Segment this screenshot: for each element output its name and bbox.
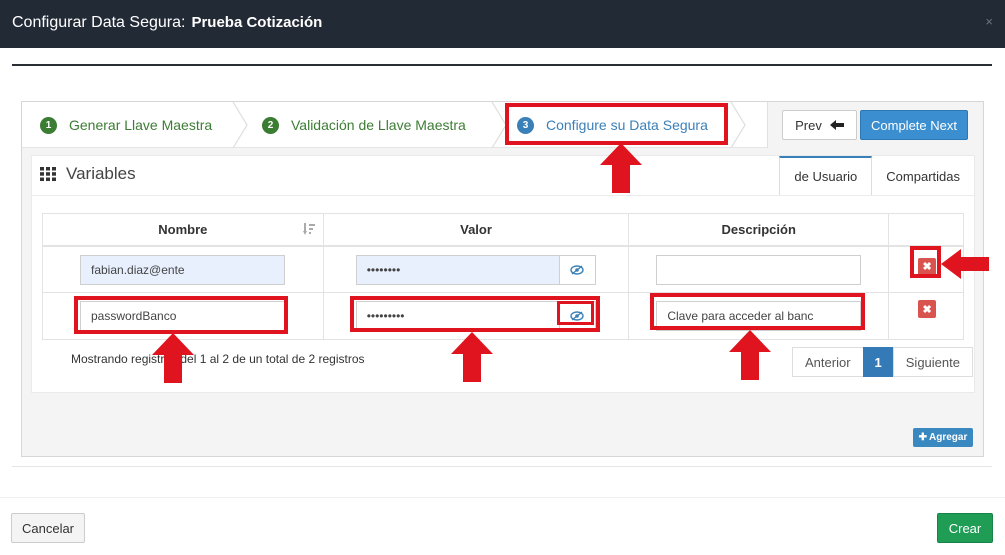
prev-button-label: Prev: [795, 117, 822, 133]
panel-title: Variables: [40, 164, 136, 184]
step-separator-chevron-icon: [730, 102, 746, 148]
column-header-valor[interactable]: Valor: [322, 213, 630, 247]
annotation-arrow-up-icon: [600, 143, 642, 193]
valor-masked-text: ••••••••: [366, 262, 401, 277]
wizard: 1 Generar Llave Maestra 2 Validación de …: [21, 101, 984, 457]
step-separator-chevron-icon: [232, 102, 248, 148]
tab-compartidas[interactable]: Compartidas: [872, 156, 974, 196]
panel-title-text: Variables: [66, 164, 136, 183]
annotation-arrow-up-icon: [729, 330, 771, 380]
tabs: de Usuario Compartidas: [779, 156, 974, 196]
nombre-input[interactable]: fabian.diaz@ente: [80, 254, 285, 285]
eye-icon[interactable]: [558, 255, 595, 284]
arrow-left-icon: [829, 120, 844, 130]
annotation-highlight-descripcion: [650, 293, 865, 330]
column-header-nombre-label: Nombre: [158, 221, 208, 237]
modal-title: Configurar Data Segura: Prueba Cotización: [12, 14, 322, 32]
complete-next-button[interactable]: Complete Next: [860, 110, 968, 140]
step-number-1: 1: [40, 116, 57, 134]
sort-icon[interactable]: [302, 223, 315, 235]
descripcion-input[interactable]: [656, 254, 862, 285]
annotation-highlight-nombre: [74, 296, 288, 334]
annotation-highlight-delete: [910, 246, 941, 278]
wizard-steps: 1 Generar Llave Maestra 2 Validación de …: [22, 102, 983, 148]
step-label-1: Generar Llave Maestra: [69, 117, 213, 133]
plus-icon: ✚: [918, 432, 928, 443]
step-label-2: Validación de Llave Maestra: [291, 117, 466, 133]
annotation-arrow-left-icon: [941, 249, 989, 279]
table-row: fabian.diaz@ente •••••••• ✖: [42, 245, 964, 293]
annotation-arrow-up-icon: [451, 332, 493, 382]
modal-title-text: Configurar Data Segura:: [12, 14, 186, 31]
create-button[interactable]: Crear: [937, 513, 993, 543]
close-icon: ✖: [922, 303, 932, 316]
close-icon[interactable]: ×: [985, 14, 993, 29]
body-divider: [12, 466, 992, 467]
step-validacion-llave[interactable]: 2 Validación de Llave Maestra: [262, 102, 466, 148]
step-actions: Prev Complete Next: [767, 102, 983, 148]
cancel-button[interactable]: Cancelar: [11, 513, 85, 543]
pagination-prev[interactable]: Anterior: [792, 347, 864, 377]
footer-divider: [0, 497, 1005, 498]
annotation-arrow-up-icon: [152, 333, 194, 383]
table-header-row: Nombre Valor Descripción: [42, 213, 964, 247]
grid-icon: [40, 167, 56, 181]
prev-button[interactable]: Prev: [782, 110, 857, 140]
column-header-nombre[interactable]: Nombre: [42, 213, 324, 247]
column-header-descripcion[interactable]: Descripción: [628, 213, 890, 247]
step-generar-llave[interactable]: 1 Generar Llave Maestra: [40, 102, 212, 148]
column-header-actions: [888, 213, 964, 247]
step-number-2: 2: [262, 116, 279, 134]
add-button-label: Agregar: [929, 432, 968, 443]
pagination: Anterior 1 Siguiente: [792, 347, 973, 377]
annotation-highlight-eye: [557, 301, 594, 325]
panel-divider: [32, 195, 974, 196]
valor-input[interactable]: ••••••••: [355, 254, 596, 285]
pagination-page-1[interactable]: 1: [862, 347, 894, 377]
header-divider: [12, 64, 992, 66]
annotation-highlight-step: [505, 103, 728, 145]
modal-subtitle: Prueba Cotización: [191, 14, 323, 31]
delete-row-button[interactable]: ✖: [918, 300, 937, 318]
add-variable-button[interactable]: ✚ Agregar: [913, 428, 973, 447]
table-info-text: Mostrando registros del 1 al 2 de un tot…: [71, 352, 365, 366]
tab-de-usuario[interactable]: de Usuario: [779, 156, 873, 196]
modal-header: Configurar Data Segura: Prueba Cotización…: [0, 0, 1005, 48]
pagination-next[interactable]: Siguiente: [892, 347, 973, 377]
